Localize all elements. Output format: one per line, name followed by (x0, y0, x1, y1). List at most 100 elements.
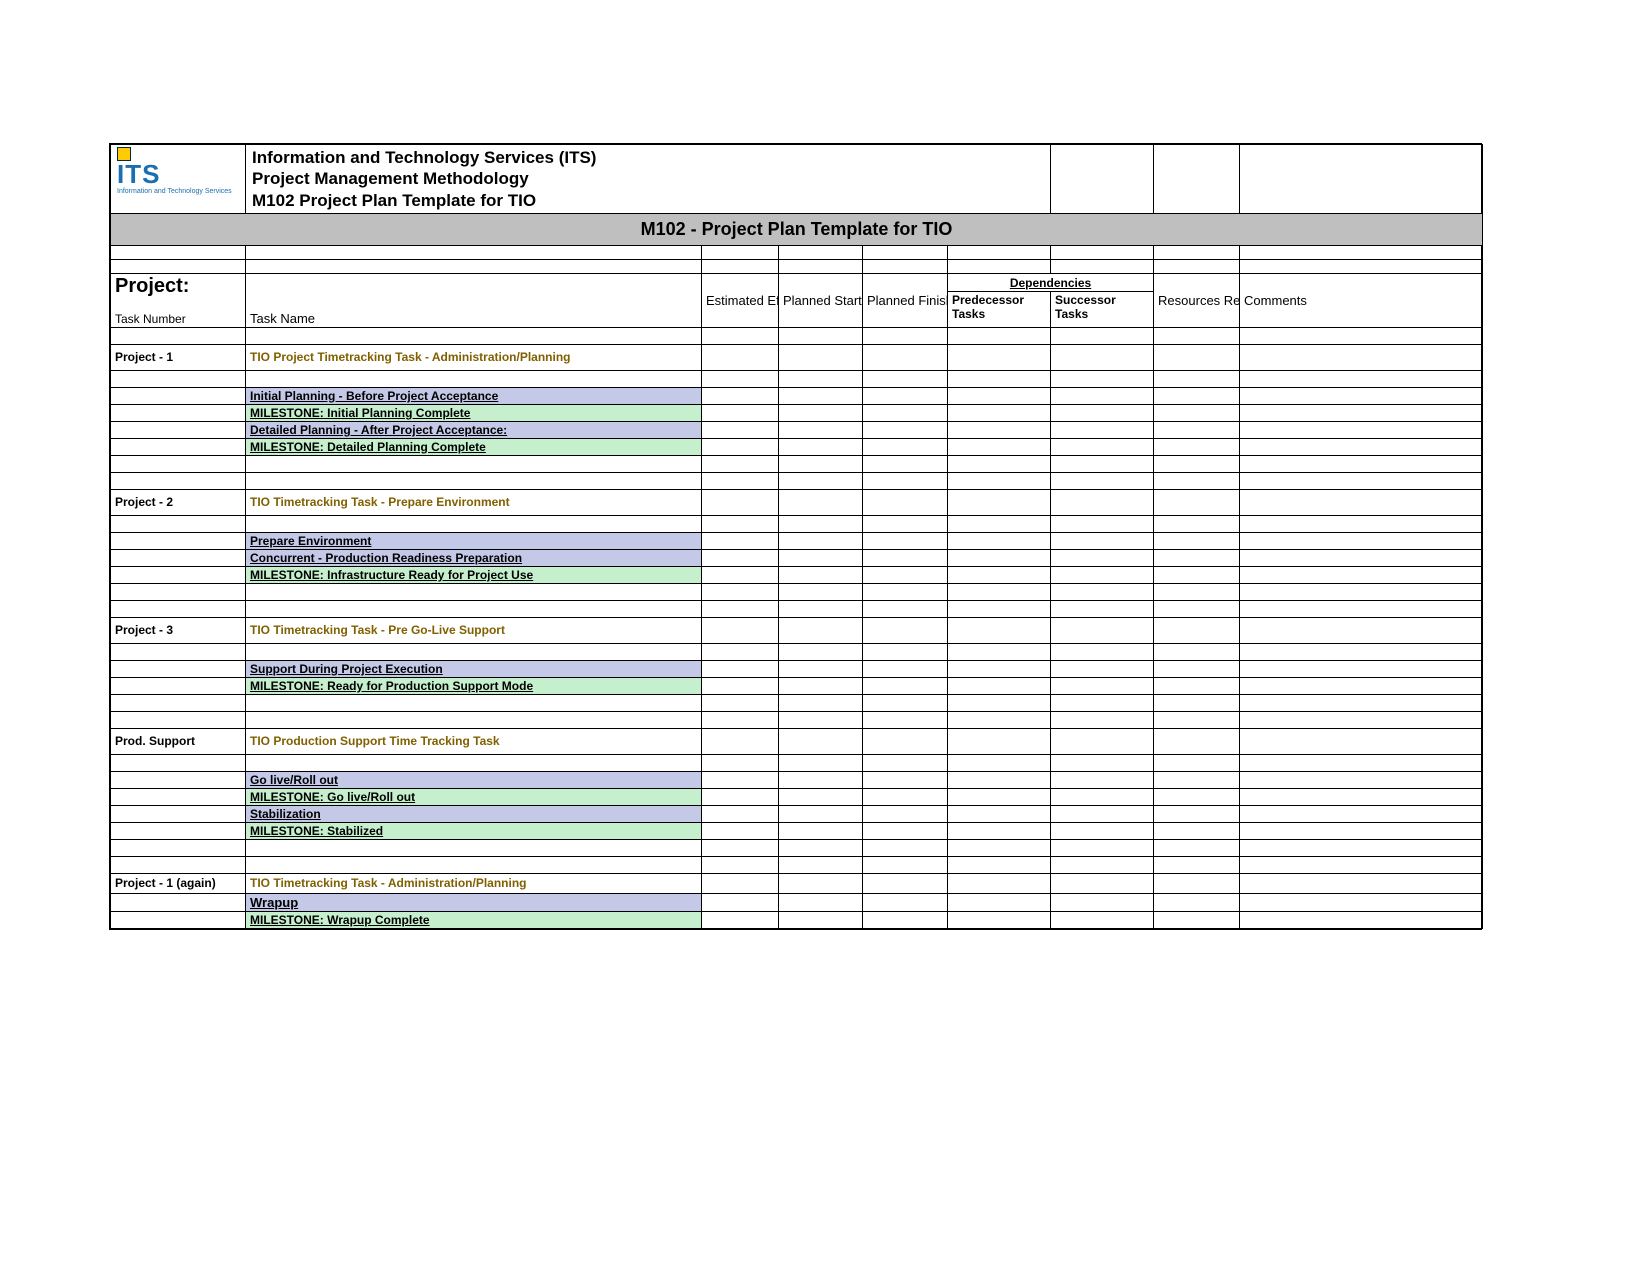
table-row[interactable]: Project - 3TIO Timetracking Task - Pre G… (111, 617, 1483, 643)
table-row[interactable]: MILESTONE: Go live/Roll out (111, 788, 1483, 805)
cell-blank[interactable] (246, 754, 702, 771)
table-row[interactable]: MILESTONE: Stabilized (111, 822, 1483, 839)
cell-blank[interactable] (111, 839, 246, 856)
task-number-cell[interactable] (111, 677, 246, 694)
cell-blank[interactable] (1154, 911, 1240, 928)
cell-blank[interactable] (779, 455, 863, 472)
cell-blank[interactable] (779, 421, 863, 438)
cell-blank[interactable] (863, 489, 948, 515)
cell-blank[interactable] (111, 472, 246, 489)
cell-blank[interactable] (111, 370, 246, 387)
cell-blank[interactable] (1154, 327, 1240, 344)
cell-blank[interactable] (1051, 873, 1154, 893)
cell-blank[interactable] (111, 600, 246, 617)
milestone-cell[interactable]: MILESTONE: Detailed Planning Complete (246, 438, 702, 455)
cell-blank[interactable] (1051, 643, 1154, 660)
table-row[interactable]: Project - 1 (again)TIO Timetracking Task… (111, 873, 1483, 893)
cell-blank[interactable] (1240, 600, 1483, 617)
section-title-cell[interactable]: TIO Timetracking Task - Administration/P… (246, 873, 702, 893)
cell-blank[interactable] (1240, 583, 1483, 600)
cell-blank[interactable] (111, 327, 246, 344)
cell-blank[interactable] (702, 771, 779, 788)
cell-blank[interactable] (1154, 660, 1240, 677)
subtask-cell[interactable]: Support During Project Execution (246, 660, 702, 677)
table-row[interactable] (111, 643, 1483, 660)
task-number-cell[interactable]: Prod. Support (111, 728, 246, 754)
task-number-cell[interactable] (111, 421, 246, 438)
table-row[interactable]: Wrapup (111, 893, 1483, 911)
cell-blank[interactable] (1240, 404, 1483, 421)
cell-blank[interactable] (1240, 754, 1483, 771)
task-number-cell[interactable] (111, 805, 246, 822)
cell-blank[interactable] (948, 438, 1051, 455)
table-row[interactable] (111, 600, 1483, 617)
cell-blank[interactable] (863, 532, 948, 549)
cell-blank[interactable] (863, 771, 948, 788)
cell-blank[interactable] (863, 805, 948, 822)
cell-blank[interactable] (948, 839, 1051, 856)
cell-blank[interactable] (948, 387, 1051, 404)
cell-blank[interactable] (779, 711, 863, 728)
cell-blank[interactable] (1051, 532, 1154, 549)
cell-blank[interactable] (1051, 472, 1154, 489)
cell-blank[interactable] (1240, 566, 1483, 583)
cell-blank[interactable] (1154, 515, 1240, 532)
subtask-cell[interactable]: Wrapup (246, 893, 702, 911)
cell-blank[interactable] (702, 694, 779, 711)
cell-blank[interactable] (948, 788, 1051, 805)
cell-blank[interactable] (1051, 387, 1154, 404)
milestone-cell[interactable]: MILESTONE: Initial Planning Complete (246, 404, 702, 421)
table-row[interactable]: MILESTONE: Initial Planning Complete (111, 404, 1483, 421)
cell-blank[interactable] (863, 911, 948, 928)
cell-blank[interactable] (863, 566, 948, 583)
cell-blank[interactable] (1154, 489, 1240, 515)
cell-blank[interactable] (863, 370, 948, 387)
cell-blank[interactable] (948, 327, 1051, 344)
cell-blank[interactable] (1051, 344, 1154, 370)
cell-blank[interactable] (1240, 532, 1483, 549)
milestone-cell[interactable]: MILESTONE: Ready for Production Support … (246, 677, 702, 694)
cell-blank[interactable] (111, 515, 246, 532)
task-number-cell[interactable] (111, 822, 246, 839)
cell-blank[interactable] (863, 472, 948, 489)
cell-blank[interactable] (863, 643, 948, 660)
cell-blank[interactable] (779, 370, 863, 387)
cell-blank[interactable] (863, 327, 948, 344)
cell-blank[interactable] (111, 643, 246, 660)
cell-blank[interactable] (702, 660, 779, 677)
section-title-cell[interactable]: TIO Project Timetracking Task - Administ… (246, 344, 702, 370)
cell-blank[interactable] (1051, 677, 1154, 694)
subtask-cell[interactable]: Detailed Planning - After Project Accept… (246, 421, 702, 438)
cell-blank[interactable] (1154, 617, 1240, 643)
cell-blank[interactable] (1051, 911, 1154, 928)
cell-blank[interactable] (1154, 771, 1240, 788)
cell-blank[interactable] (1240, 387, 1483, 404)
cell-blank[interactable] (948, 421, 1051, 438)
task-number-cell[interactable] (111, 893, 246, 911)
cell-blank[interactable] (779, 856, 863, 873)
cell-blank[interactable] (863, 387, 948, 404)
cell-blank[interactable] (1154, 583, 1240, 600)
cell-blank[interactable] (863, 856, 948, 873)
cell-blank[interactable] (1154, 600, 1240, 617)
cell-blank[interactable] (948, 677, 1051, 694)
task-number-cell[interactable] (111, 771, 246, 788)
cell-blank[interactable] (779, 839, 863, 856)
cell-blank[interactable] (111, 711, 246, 728)
plan-table[interactable]: ITS Information and Technology Services … (110, 144, 1483, 929)
cell-blank[interactable] (1051, 660, 1154, 677)
cell-blank[interactable] (1240, 694, 1483, 711)
table-row[interactable]: MILESTONE: Infrastructure Ready for Proj… (111, 566, 1483, 583)
cell-blank[interactable] (702, 617, 779, 643)
header-blank-2[interactable] (1154, 145, 1240, 214)
table-row[interactable] (111, 472, 1483, 489)
cell-blank[interactable] (863, 583, 948, 600)
cell-blank[interactable] (702, 549, 779, 566)
table-row[interactable] (111, 856, 1483, 873)
cell-blank[interactable] (948, 911, 1051, 928)
cell-blank[interactable] (1051, 694, 1154, 711)
task-number-cell[interactable] (111, 788, 246, 805)
cell-blank[interactable] (1051, 515, 1154, 532)
table-row[interactable]: Project - 2TIO Timetracking Task - Prepa… (111, 489, 1483, 515)
cell-blank[interactable] (1154, 370, 1240, 387)
